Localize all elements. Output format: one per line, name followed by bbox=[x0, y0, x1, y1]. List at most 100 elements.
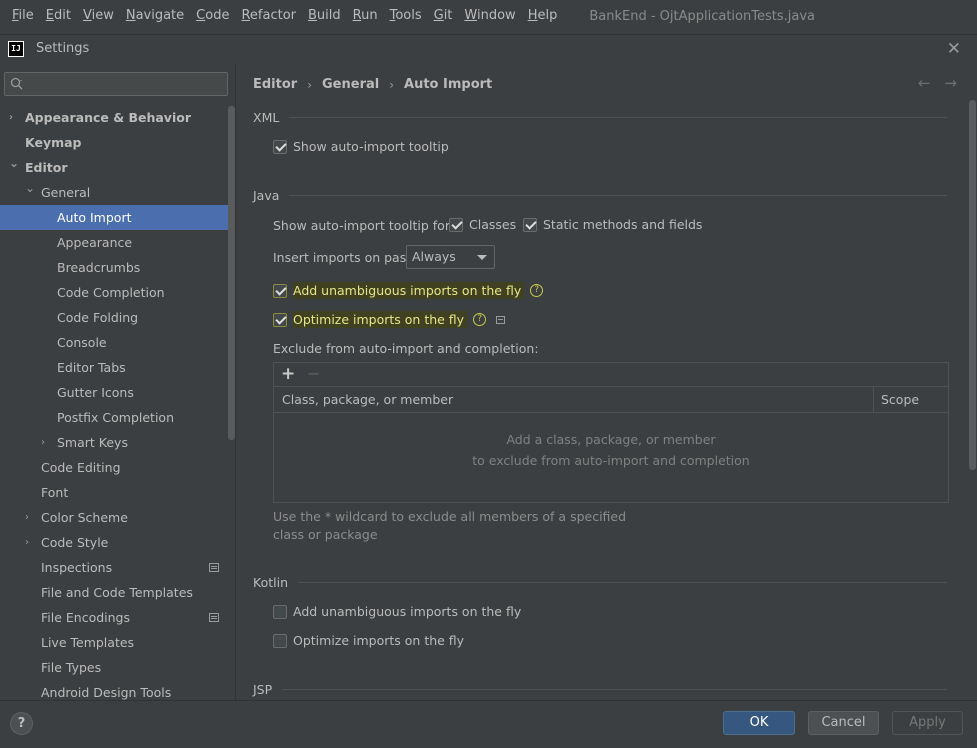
checkbox-box[interactable] bbox=[449, 217, 463, 232]
insert-on-paste-dropdown[interactable]: Always bbox=[406, 245, 495, 269]
table-header: Class, package, or member Scope bbox=[274, 387, 948, 413]
settings-search[interactable] bbox=[4, 72, 228, 96]
chevron-down-icon[interactable]: ⌄ bbox=[9, 151, 19, 176]
apply-button[interactable]: Apply bbox=[892, 711, 963, 735]
sidebar-item-appearance[interactable]: Appearance bbox=[0, 230, 235, 255]
help-button[interactable]: ? bbox=[10, 712, 33, 735]
checkbox-label: Show auto-import tooltip bbox=[293, 139, 449, 154]
kotlin-optimize-imports-checkbox[interactable]: Optimize imports on the fly bbox=[273, 633, 464, 648]
checkbox-box[interactable] bbox=[273, 283, 287, 298]
sidebar-item-label: Appearance & Behavior bbox=[25, 110, 191, 125]
sidebar-item-code-editing[interactable]: Code Editing bbox=[0, 455, 235, 480]
kotlin-add-unambiguous-checkbox[interactable]: Add unambiguous imports on the fly bbox=[273, 604, 521, 619]
sidebar-item-breadcrumbs[interactable]: Breadcrumbs bbox=[0, 255, 235, 280]
sidebar-item-label: File Types bbox=[41, 660, 102, 675]
checkbox-box[interactable] bbox=[523, 217, 537, 232]
checkbox-box[interactable] bbox=[273, 312, 287, 327]
menu-git[interactable]: Git bbox=[428, 0, 459, 32]
menu-build[interactable]: Build bbox=[302, 0, 347, 32]
settings-content: Editor › General › Auto Import ← → XML S… bbox=[237, 64, 977, 700]
table-empty-text: Add a class, package, or member to exclu… bbox=[274, 429, 948, 471]
forward-arrow-icon[interactable]: → bbox=[944, 74, 957, 92]
section-jsp: JSP bbox=[253, 682, 947, 697]
sidebar-item-label: Code Editing bbox=[41, 460, 121, 475]
ok-button[interactable]: OK bbox=[723, 711, 795, 735]
menu-refactor[interactable]: Refactor bbox=[235, 0, 302, 32]
sidebar-item-file-encodings[interactable]: File Encodings bbox=[0, 605, 235, 630]
content-scrollbar[interactable] bbox=[969, 100, 976, 470]
chevron-right-icon[interactable]: › bbox=[41, 430, 45, 455]
sidebar-item-keymap[interactable]: Keymap bbox=[0, 130, 235, 155]
menu-edit[interactable]: Edit bbox=[40, 0, 77, 32]
sidebar-item-live-templates[interactable]: Live Templates bbox=[0, 630, 235, 655]
sidebar-item-auto-import[interactable]: Auto Import bbox=[0, 205, 235, 230]
sidebar-item-color-scheme[interactable]: › Color Scheme bbox=[0, 505, 235, 530]
menu-window[interactable]: Window bbox=[458, 0, 521, 32]
sidebar-item-label: Color Scheme bbox=[41, 510, 128, 525]
menu-navigate[interactable]: Navigate bbox=[120, 0, 190, 32]
cancel-button[interactable]: Cancel bbox=[808, 711, 879, 735]
settings-tree: › Appearance & Behavior Keymap ⌄ Editor ⌄ Gene… bbox=[0, 105, 235, 700]
sidebar-item-console[interactable]: Console bbox=[0, 330, 235, 355]
sidebar-item-label: Android Design Tools bbox=[41, 685, 172, 700]
tooltip-for-label: Show auto-import tooltip for: bbox=[273, 218, 454, 233]
close-icon[interactable]: ✕ bbox=[947, 39, 961, 59]
menu-run[interactable]: Run bbox=[347, 0, 384, 32]
sidebar-item-android-design-tools[interactable]: Android Design Tools bbox=[0, 680, 235, 700]
menu-view[interactable]: View bbox=[77, 0, 120, 32]
sidebar-item-label: File and Code Templates bbox=[41, 585, 193, 600]
back-arrow-icon[interactable]: ← bbox=[918, 74, 931, 92]
menu-code[interactable]: Code bbox=[190, 0, 235, 32]
checkbox-label: Add unambiguous imports on the fly bbox=[293, 604, 522, 619]
sidebar-item-file-and-code-templates[interactable]: File and Code Templates bbox=[0, 580, 235, 605]
chevron-right-icon[interactable]: › bbox=[25, 530, 29, 555]
java-optimize-imports-checkbox[interactable]: Optimize imports on the fly ? bbox=[273, 311, 506, 328]
chevron-right-icon[interactable]: › bbox=[25, 505, 29, 530]
menu-file[interactable]: File bbox=[0, 0, 40, 32]
sidebar-item-code-completion[interactable]: Code Completion bbox=[0, 280, 235, 305]
chevron-down-icon[interactable]: ⌄ bbox=[25, 176, 35, 201]
java-static-methods-checkbox[interactable]: Static methods and fields bbox=[523, 217, 702, 232]
breadcrumb-general: General bbox=[322, 77, 380, 92]
add-icon[interactable]: + bbox=[281, 364, 295, 384]
sidebar-item-gutter-icons[interactable]: Gutter Icons bbox=[0, 380, 235, 405]
checkbox-label: Optimize imports on the fly bbox=[293, 311, 468, 328]
menu-help[interactable]: Help bbox=[522, 0, 564, 32]
java-add-unambiguous-checkbox[interactable]: Add unambiguous imports on the fly ? bbox=[273, 282, 544, 299]
sidebar-item-inspections[interactable]: Inspections bbox=[0, 555, 235, 580]
dialog-footer: ? OK Cancel Apply bbox=[0, 700, 977, 748]
column-class-package-member[interactable]: Class, package, or member bbox=[274, 387, 874, 412]
empty-line-2: to exclude from auto-import and completi… bbox=[472, 453, 750, 468]
breadcrumb-auto-import: Auto Import bbox=[404, 77, 493, 92]
checkbox-box[interactable] bbox=[273, 604, 287, 619]
settings-scope-icon bbox=[496, 315, 506, 324]
sidebar-scrollbar[interactable] bbox=[228, 106, 235, 440]
help-icon[interactable]: ? bbox=[473, 313, 487, 326]
chevron-right-icon[interactable]: › bbox=[9, 105, 13, 130]
help-icon[interactable]: ? bbox=[530, 284, 544, 297]
sidebar-item-file-types[interactable]: File Types bbox=[0, 655, 235, 680]
breadcrumb-separator: › bbox=[307, 77, 313, 92]
sidebar-item-general[interactable]: ⌄ General bbox=[0, 180, 235, 205]
sidebar-item-code-style[interactable]: › Code Style bbox=[0, 530, 235, 555]
sidebar-item-label: Inspections bbox=[41, 560, 113, 575]
intellij-logo-icon: IJ bbox=[8, 40, 24, 57]
search-input[interactable] bbox=[29, 75, 223, 93]
sidebar-item-editor-tabs[interactable]: Editor Tabs bbox=[0, 355, 235, 380]
column-scope[interactable]: Scope bbox=[874, 387, 948, 412]
checkbox-box[interactable] bbox=[273, 139, 287, 154]
checkbox-box[interactable] bbox=[273, 633, 287, 648]
sidebar-item-postfix-completion[interactable]: Postfix Completion bbox=[0, 405, 235, 430]
sidebar-item-smart-keys[interactable]: › Smart Keys bbox=[0, 430, 235, 455]
sidebar-item-editor[interactable]: ⌄ Editor bbox=[0, 155, 235, 180]
sidebar-item-label: Postfix Completion bbox=[57, 410, 174, 425]
checkbox-label: Classes bbox=[469, 217, 517, 232]
xml-show-tooltip-checkbox[interactable]: Show auto-import tooltip bbox=[273, 139, 449, 154]
empty-line-1: Add a class, package, or member bbox=[506, 432, 716, 447]
sidebar-item-font[interactable]: Font bbox=[0, 480, 235, 505]
sidebar-item-appearance-behavior[interactable]: › Appearance & Behavior bbox=[0, 105, 235, 130]
window-title: BankEnd - OjtApplicationTests.java bbox=[589, 8, 815, 24]
java-classes-checkbox[interactable]: Classes bbox=[449, 217, 516, 232]
menu-tools[interactable]: Tools bbox=[384, 0, 428, 32]
sidebar-item-code-folding[interactable]: Code Folding bbox=[0, 305, 235, 330]
